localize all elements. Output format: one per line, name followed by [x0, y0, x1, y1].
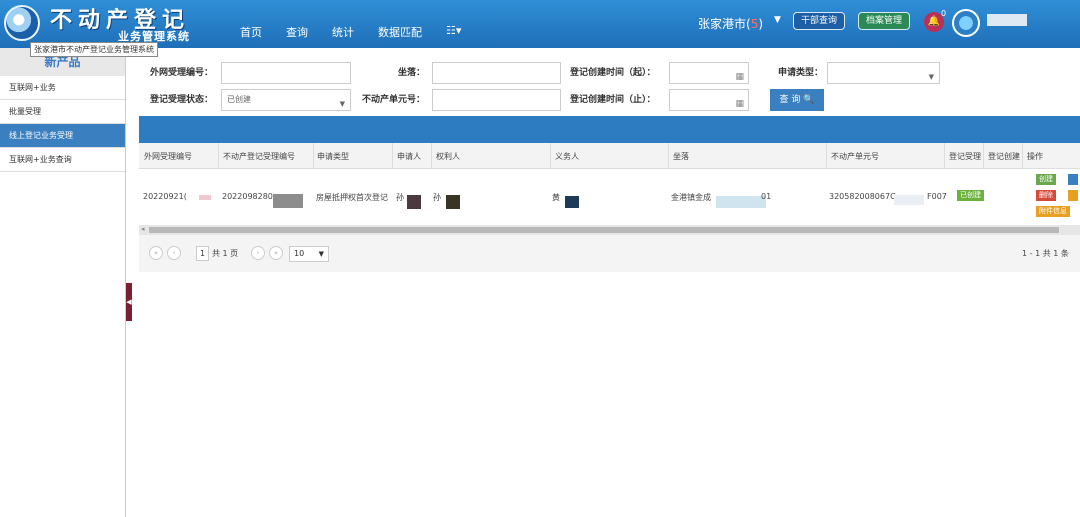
nav-statistics[interactable]: 统计 [332, 24, 354, 40]
cell-location-tail: 01 [761, 192, 772, 201]
table-row[interactable]: 20220921( 2022098280 房屋抵押权首次登记 孙 孙 黄 金港镇… [139, 169, 1080, 225]
chevron-down-icon[interactable]: ▼ [774, 15, 781, 25]
status-select[interactable]: 已创建 ▼ [221, 89, 351, 111]
create-button[interactable]: 创建 [1036, 174, 1056, 185]
attachment-info-button[interactable]: 附件信息 [1036, 206, 1070, 217]
chevron-down-icon: ▼ [318, 250, 324, 258]
apply-type-select[interactable]: ▼ [827, 62, 940, 84]
status-label: 登记受理状态： [150, 95, 214, 105]
cell-location: 金港镇金成 [671, 193, 711, 202]
cell-ext-no: 20220921( [143, 192, 187, 201]
sidebar-item-internet-business-query[interactable]: 互联网+业务查询 [0, 148, 125, 172]
col-actions: 操作 [1027, 152, 1043, 161]
chevron-down-icon: ▼ [339, 100, 345, 108]
cell-unit-no: 320582008067C [829, 192, 896, 201]
search-button[interactable]: 查 询 🔍 [770, 89, 824, 111]
prev-page-icon[interactable]: ‹ [167, 246, 181, 260]
pagination: « ‹ 1 共 1 页 › » 10 ▼ 1 - 1 共 1 条 [139, 235, 1080, 272]
col-location[interactable]: 坐落 [673, 151, 689, 162]
sidebar-item-batch-acceptance[interactable]: 批量受理 [0, 100, 125, 124]
first-page-icon[interactable]: « [149, 246, 163, 260]
cell-unit-tail: F007 [927, 192, 947, 201]
sidebar-item-online-registration[interactable]: 线上登记业务受理 [0, 124, 125, 148]
sidebar: 新产品 互联网+业务 批量受理 线上登记业务受理 互联网+业务查询 [0, 48, 126, 517]
col-apply-type[interactable]: 申请类型 [317, 151, 349, 162]
delete-button[interactable]: 删除 [1036, 190, 1056, 201]
location-input[interactable] [432, 62, 561, 84]
col-created[interactable]: 登记创建 [988, 151, 1020, 162]
page-size-value: 10 [294, 249, 305, 258]
sidebar-item-internet-business[interactable]: 互联网+业务 [0, 76, 125, 100]
calendar-icon[interactable]: ▦ [735, 94, 744, 114]
redacted-block [273, 194, 303, 208]
cell-apply-type: 房屋抵押权首次登记 [316, 193, 388, 202]
status-select-value: 已创建 [227, 95, 251, 104]
action-button[interactable] [1068, 190, 1078, 201]
created-from-label: 登记创建时间（起）： [570, 68, 656, 78]
page-number-input[interactable]: 1 [196, 246, 209, 261]
nav-data-match[interactable]: 数据匹配 [378, 24, 422, 40]
status-badge: 已创建 [957, 190, 984, 201]
top-header: 不动产登记 业务管理系统 首页 查询 统计 数据匹配 ☷▾ 张家港市(5) ▼ … [0, 0, 1080, 48]
col-unit-no[interactable]: 不动产单元号 [831, 151, 879, 162]
col-obligor[interactable]: 义务人 [555, 151, 579, 162]
cell-obligor: 黄 [552, 193, 560, 202]
ext-no-label: 外网受理编号： [150, 68, 214, 78]
col-ext-no[interactable]: 外网受理编号 [144, 151, 192, 162]
apply-type-label: 申请类型： [778, 68, 824, 78]
created-to-label: 登记创建时间（止）： [570, 95, 656, 105]
redacted-block [407, 195, 421, 209]
city-close-paren: ) [758, 17, 764, 31]
redacted-block [446, 195, 460, 209]
redacted-block [565, 196, 579, 208]
redacted-block [894, 195, 924, 205]
city-selector[interactable]: 张家港市(5) [698, 15, 763, 32]
col-reg-no[interactable]: 不动产登记受理编号 [223, 151, 295, 162]
last-page-icon[interactable]: » [269, 246, 283, 260]
grid-menu-icon[interactable]: ☷▾ [446, 24, 461, 40]
pager-summary: 1 - 1 共 1 条 [1022, 249, 1069, 258]
created-to-input[interactable]: ▦ [669, 89, 749, 111]
cell-reg-no: 2022098280 [222, 192, 273, 201]
main-nav: 首页 查询 统计 数据匹配 ☷▾ [240, 24, 461, 40]
col-applicant[interactable]: 申请人 [397, 151, 421, 162]
chevron-down-icon: ▼ [928, 73, 934, 81]
page-size-select[interactable]: 10 ▼ [289, 246, 329, 262]
created-from-input[interactable]: ▦ [669, 62, 749, 84]
next-page-icon[interactable]: › [251, 246, 265, 260]
unit-no-input[interactable] [432, 89, 561, 111]
nav-query[interactable]: 查询 [286, 24, 308, 40]
avatar[interactable] [952, 9, 980, 37]
unit-no-label: 不动产单元号： [362, 95, 426, 105]
scroll-left-icon[interactable]: ◂ [141, 225, 145, 233]
cell-applicant: 孙 [396, 193, 404, 202]
username-redacted[interactable] [987, 14, 1027, 26]
archive-management-button[interactable]: 档案管理 [858, 12, 911, 30]
cell-right-holder: 孙 [433, 193, 441, 202]
table-header: 外网受理编号 不动产登记受理编号 申请类型 申请人 权利人 义务人 坐落 不动产… [139, 143, 1080, 169]
scrollbar-thumb[interactable] [149, 227, 1059, 233]
main-content: 外网受理编号： 坐落： 登记创建时间（起）： ▦ 申请类型： ▼ 登记受理状态：… [127, 48, 1080, 517]
nav-home[interactable]: 首页 [240, 24, 262, 40]
horizontal-scrollbar[interactable]: ◂ [139, 225, 1080, 235]
total-pages: 共 1 页 [212, 249, 239, 258]
notification-badge: 0 [941, 9, 947, 18]
search-button-label: 查 询 [779, 95, 801, 105]
redacted-block [199, 195, 211, 200]
action-button[interactable] [1068, 174, 1078, 185]
table-toolbar [139, 116, 1080, 143]
cadre-query-button[interactable]: 干部查询 [793, 12, 846, 30]
calendar-icon[interactable]: ▦ [735, 67, 744, 87]
app-title-tooltip: 张家港市不动产登记业务管理系统 [30, 42, 158, 57]
ext-no-input[interactable] [221, 62, 351, 84]
location-label: 坐落： [398, 68, 426, 78]
search-icon: 🔍 [803, 95, 815, 105]
globe-logo-icon [4, 5, 40, 41]
col-right-holder[interactable]: 权利人 [436, 151, 460, 162]
city-name: 张家港市( [698, 17, 751, 31]
col-status[interactable]: 登记受理 [949, 151, 981, 162]
redacted-block [716, 196, 766, 208]
